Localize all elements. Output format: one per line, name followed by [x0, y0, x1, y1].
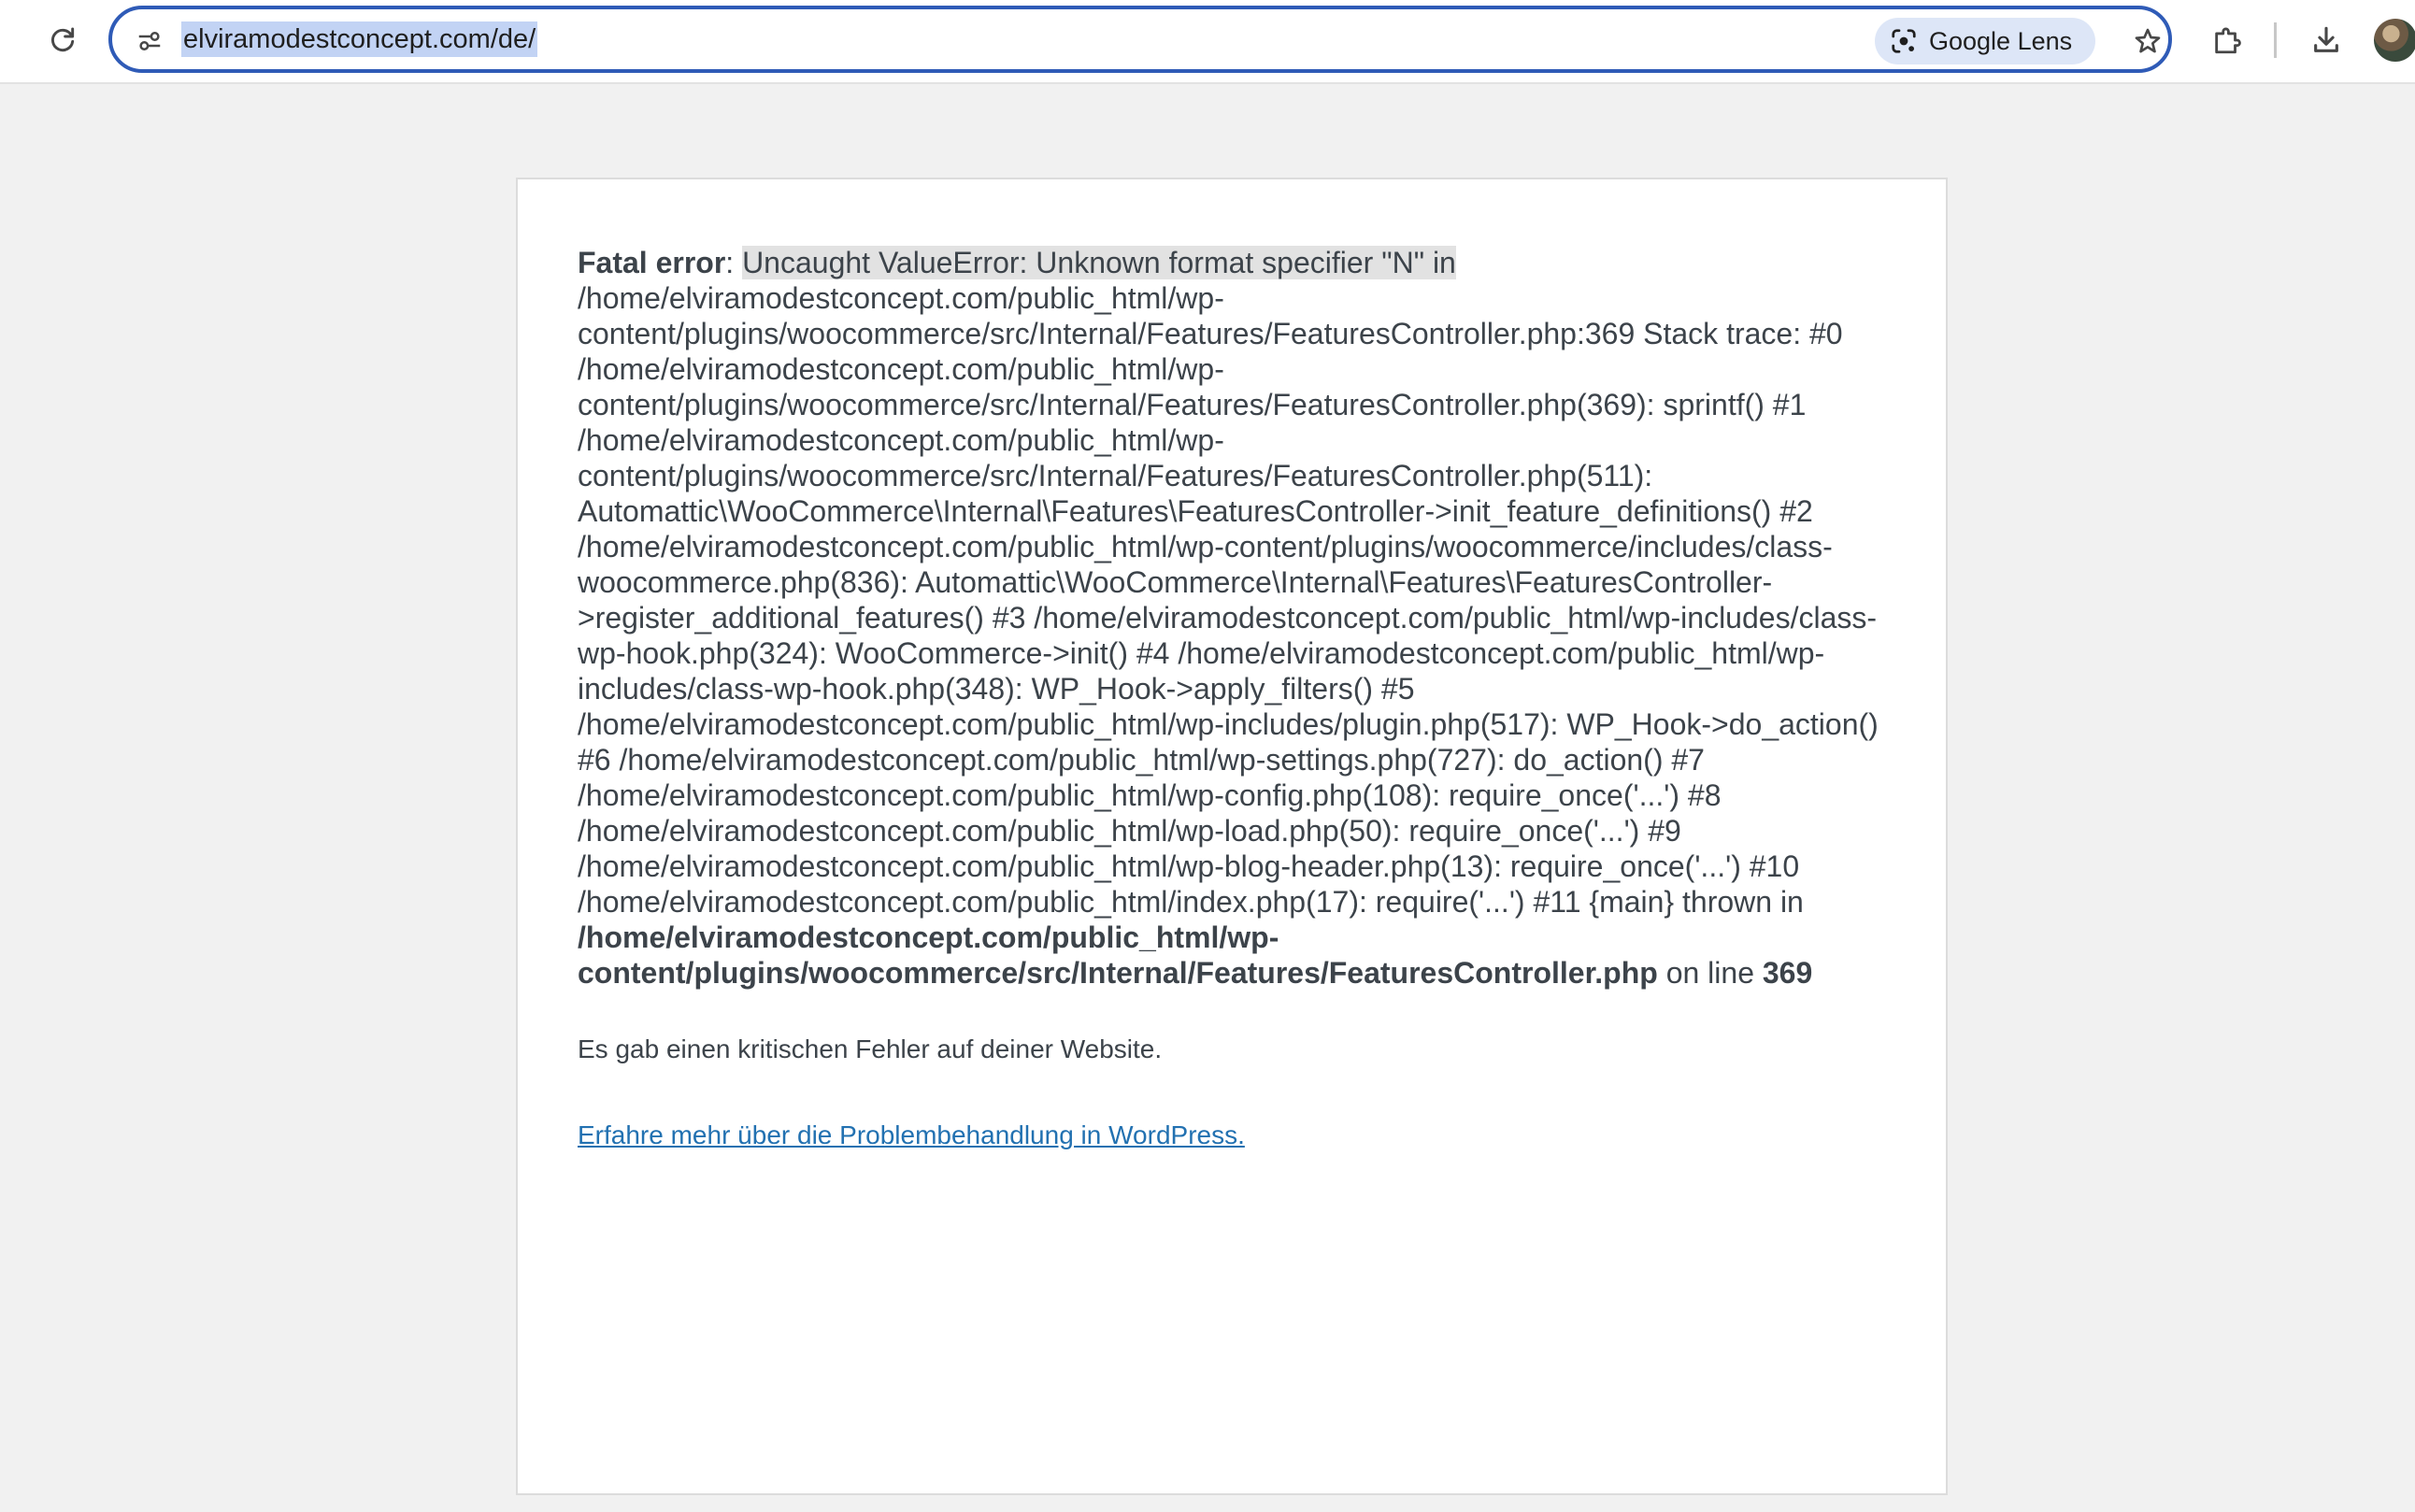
google-lens-button[interactable]: Google Lens: [1875, 18, 2095, 64]
download-icon: [2314, 26, 2338, 52]
error-line: 369: [1762, 956, 1813, 990]
error-page: Fatal error: Uncaught ValueError: Unknow…: [516, 178, 1948, 1495]
google-lens-icon: [1892, 29, 1916, 53]
error-label: Fatal error: [578, 246, 726, 279]
extensions-icon: [2215, 27, 2241, 54]
downloads-button[interactable]: [2299, 13, 2353, 67]
stack-trace: /home/elviramodestconcept.com/public_htm…: [578, 281, 1879, 919]
toolbar-separator: [2274, 22, 2277, 58]
google-lens-label: Google Lens: [1929, 26, 2073, 55]
url-text[interactable]: elviramodestconcept.com/de/: [181, 21, 538, 57]
site-settings-icon: [138, 32, 161, 50]
bookmark-button[interactable]: [2123, 17, 2172, 65]
error-separator: :: [725, 246, 743, 279]
site-settings-button[interactable]: [125, 17, 174, 65]
on-line-text: on line: [1657, 956, 1763, 990]
fatal-error-message: Fatal error: Uncaught ValueError: Unknow…: [578, 245, 1895, 991]
browser-toolbar: elviramodestconcept.com/de/ Google Lens: [0, 0, 2415, 84]
error-content: Fatal error: Uncaught ValueError: Unknow…: [578, 245, 1895, 1153]
error-message: Uncaught ValueError: Unknown format spec…: [742, 246, 1456, 279]
reload-button[interactable]: [36, 13, 90, 67]
profile-avatar[interactable]: [2374, 19, 2415, 62]
star-icon: [2135, 28, 2161, 53]
wordpress-debugging-link[interactable]: Erfahre mehr über die Problembehandlung …: [578, 1118, 1245, 1153]
extensions-button[interactable]: [2200, 13, 2254, 67]
error-file: /home/elviramodestconcept.com/public_htm…: [578, 920, 1658, 990]
critical-error-notice: Es gab einen kritischen Fehler auf deine…: [578, 1034, 1163, 1063]
reload-icon: [50, 27, 75, 52]
address-bar[interactable]: elviramodestconcept.com/de/ Google Lens: [108, 6, 2172, 73]
